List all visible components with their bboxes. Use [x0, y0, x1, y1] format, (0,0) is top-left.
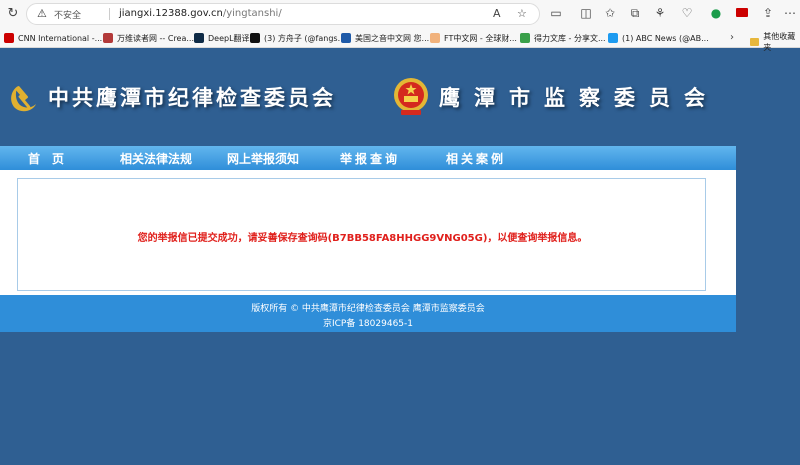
bookmark-label: CNN International -...	[18, 33, 103, 43]
main-nav: 首 页 相关法律法规 网上举报须知 举报查询 相关案例	[0, 146, 736, 170]
bookmark-label: 美国之音中文网 您...	[355, 33, 430, 43]
emblem-ribbon	[401, 110, 421, 115]
chevron-right-icon[interactable]: ›	[730, 32, 734, 43]
favorites-icon[interactable]: ✩	[602, 5, 618, 21]
read-aloud-icon[interactable]: A	[493, 7, 501, 20]
bookmark-cnn[interactable]: CNN International -...	[4, 31, 102, 45]
bookmark-label: FT中文网 - 全球财...	[444, 33, 517, 43]
address-separator	[109, 8, 110, 20]
bookmark-creaders[interactable]: 万维读者网 -- Crea...	[103, 31, 194, 45]
bookmark-ftchinese[interactable]: FT中文网 - 全球财...	[430, 31, 517, 45]
bookmark-deliwenku[interactable]: 得力文库 - 分享文...	[520, 31, 606, 45]
nav-home[interactable]: 首 页	[28, 150, 64, 167]
bookmark-label: (1) ABC News (@AB...	[622, 33, 709, 43]
bookmark-other-folder[interactable]: 其他收藏夹	[750, 31, 800, 53]
x-favicon	[250, 33, 260, 43]
insecure-label[interactable]: 不安全	[54, 8, 81, 21]
success-message: 您的举报信已提交成功，请妥善保存查询码(B7BB58FA8HHGG9VNG05G…	[137, 233, 588, 244]
sidebar-toggle-icon[interactable]: ▭	[548, 5, 564, 21]
bookmark-fangzhouzi[interactable]: (3) 方舟子 (@fangs...	[250, 31, 345, 45]
cnn-favicon	[4, 33, 14, 43]
green-extension-icon[interactable]: ●	[708, 5, 724, 21]
deepl-favicon	[194, 33, 204, 43]
refresh-icon[interactable]: ↻	[4, 5, 22, 23]
split-screen-icon[interactable]: ◫	[578, 5, 594, 21]
folder-icon	[750, 38, 760, 46]
extensions-icon[interactable]: ⚘	[652, 5, 668, 21]
bookmark-folder-label: 其他收藏夹	[763, 32, 796, 52]
ft-favicon	[430, 33, 440, 43]
party-emblem-icon	[11, 86, 36, 112]
share-icon[interactable]: ⇪	[760, 5, 776, 21]
more-menu-icon[interactable]: ⋯	[782, 5, 798, 21]
nav-cases[interactable]: 相关案例	[446, 150, 506, 167]
nav-report-query[interactable]: 举报查询	[340, 150, 400, 167]
cnn-extension-icon[interactable]	[734, 5, 750, 21]
warning-icon[interactable]: ⚠	[37, 7, 47, 20]
notice-box: 您的举报信已提交成功，请妥善保存查询码(B7BB58FA8HHGG9VNG05G…	[17, 178, 706, 291]
browser-essentials-icon[interactable]: ♡	[679, 5, 695, 21]
nav-report-guide[interactable]: 网上举报须知	[227, 150, 299, 167]
bookmark-voa[interactable]: 美国之音中文网 您...	[341, 31, 429, 45]
collections-icon[interactable]: ⧉	[627, 5, 643, 21]
footer: 版权所有 © 中共鹰潭市纪律检查委员会 鹰潭市监察委员会 京ICP备 18029…	[0, 295, 736, 332]
bookmark-abcnews[interactable]: (1) ABC News (@AB...	[608, 31, 709, 45]
favorite-star-icon[interactable]: ☆	[517, 7, 527, 20]
footer-copyright: 版权所有 © 中共鹰潭市纪律检查委员会 鹰潭市监察委员会	[251, 304, 485, 314]
voa-favicon	[341, 33, 351, 43]
url-text[interactable]: jiangxi.12388.gov.cn/yingtanshi/	[119, 8, 282, 19]
address-bar[interactable]: ⚠ 不安全 jiangxi.12388.gov.cn/yingtanshi/ A…	[26, 3, 540, 25]
cdi-title: 中共鹰潭市纪律检查委员会	[48, 86, 336, 110]
national-emblem-icon	[394, 78, 428, 115]
url-host: jiangxi.12388.gov.cn	[119, 8, 223, 19]
bookmark-label: 万维读者网 -- Crea...	[117, 33, 195, 43]
browser-toolbar: ↻ ⚠ 不安全 jiangxi.12388.gov.cn/yingtanshi/…	[0, 0, 800, 28]
nav-laws[interactable]: 相关法律法规	[120, 150, 192, 167]
bookmark-label: DeepL翻译	[208, 33, 250, 43]
bookmark-label: (3) 方舟子 (@fangs...	[264, 33, 346, 43]
emblem-gate	[404, 96, 418, 102]
bookmarks-bar: CNN International -... 万维读者网 -- Crea... …	[0, 28, 800, 52]
url-path: /yingtanshi/	[222, 8, 282, 19]
creaders-favicon	[103, 33, 113, 43]
twitter-favicon	[608, 33, 618, 43]
supervision-title: 鹰潭市监察委员会	[439, 86, 719, 110]
bookmark-deepl[interactable]: DeepL翻译	[194, 31, 250, 45]
content-area: 您的举报信已提交成功，请妥善保存查询码(B7BB58FA8HHGG9VNG05G…	[0, 170, 736, 295]
deli-favicon	[520, 33, 530, 43]
footer-icp[interactable]: 京ICP备 18029465-1	[0, 316, 736, 329]
bookmark-label: 得力文库 - 分享文...	[534, 33, 606, 43]
